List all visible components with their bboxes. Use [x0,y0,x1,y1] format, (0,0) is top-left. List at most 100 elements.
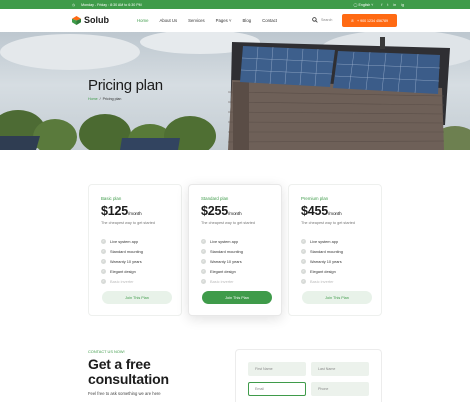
nav-item-contact[interactable]: Contact [262,18,277,23]
feature-item: ✓ Basic inverter [101,276,143,286]
linkedin-icon[interactable]: in [393,3,396,7]
nav-item-blog[interactable]: Blog [243,18,252,23]
consult-subtitle: Feel free to ask something we are here [88,391,161,396]
header-search[interactable]: Search [312,17,332,23]
feature-item: ✓ Warranty 10 years [301,256,343,266]
email-field[interactable]: Email [248,382,306,396]
breadcrumb-home[interactable]: Home [88,97,98,101]
language-select[interactable]: ◯ English ˅ [353,3,373,7]
join-plan-button[interactable]: Join This Plan [302,291,372,304]
nav-item-about[interactable]: About Us [159,18,177,23]
brand-name: Solub [84,15,109,25]
feature-item: ✓ Elegant design [301,266,343,276]
consult-tag: CONTACT US NOW! [88,349,125,354]
feature-label: Elegant design [310,268,336,274]
check-icon: ✓ [301,238,306,244]
chevron-down-icon: ˅ [229,18,232,23]
feature-label: Standard mounting [210,248,243,254]
plan-tagline: The cheapest way to get started [301,221,356,225]
plan-name: Premium plan [301,196,329,201]
social-links: f t in ig [381,3,404,7]
consult-form: First Name Last Name Email Phone [235,349,382,402]
phone-icon: ✆ [350,18,354,23]
pricing-card-standard: Standard plan $255/month The cheapest wa… [188,184,282,316]
hero-banner: Pricing plan Home / Pricing plan [0,32,470,150]
plan-tagline: The cheapest way to get started [101,221,156,225]
facebook-icon[interactable]: f [381,3,382,7]
feature-label: Live system app [210,238,239,244]
breadcrumb-current: Pricing plan [102,97,122,101]
plan-price: $125/month [101,204,142,218]
page-title: Pricing plan [88,77,163,94]
instagram-icon[interactable]: ig [401,3,404,7]
search-label: Search [321,18,333,22]
feature-label: Live system app [310,238,339,244]
check-icon: ✓ [201,248,206,254]
twitter-icon[interactable]: t [387,3,388,7]
feature-item: ✓ Elegant design [101,266,143,276]
check-icon: ✓ [101,278,106,284]
clock-icon: ◷ [72,2,76,7]
main-nav: Home About Us Services Pages ˅ Blog Cont… [137,18,277,23]
check-icon: ✓ [301,278,306,284]
top-bar-right: ◯ English ˅ f t in ig [353,3,404,7]
check-icon: ✓ [301,258,306,264]
feature-label: Basic inverter [310,278,334,284]
check-icon: ✓ [301,268,306,274]
last-name-field[interactable]: Last Name [311,362,369,376]
top-bar: ◷ Monday - Friday : 8:30 AM to 6:30 PM ◯… [0,0,470,9]
site-header: Solub Home About Us Services Pages ˅ Blo… [0,9,470,32]
phone-button[interactable]: ✆ + 900 1234 456789 [342,14,397,27]
check-icon: ✓ [101,268,106,274]
search-icon [312,17,318,23]
feature-item: ✓ Warranty 10 years [201,256,243,266]
check-icon: ✓ [101,238,106,244]
top-bar-hours: ◷ Monday - Friday : 8:30 AM to 6:30 PM [72,3,142,7]
plan-price: $455/month [301,204,342,218]
plan-features: ✓ Live system app ✓ Standard mounting ✓ War… [301,236,343,286]
plan-price: $255/month [201,204,242,218]
plan-price-value: $255 [201,204,229,218]
feature-label: Basic inverter [110,278,134,284]
globe-icon: ◯ [353,2,358,7]
language-label: English [358,2,371,7]
feature-label: Elegant design [110,268,136,274]
check-icon: ✓ [101,248,106,254]
feature-item: ✓ Elegant design [201,266,243,276]
plan-name: Basic plan [101,196,122,201]
feature-label: Warranty 10 years [210,258,242,264]
check-icon: ✓ [201,278,206,284]
feature-label: Basic inverter [210,278,234,284]
hours-text: Monday - Friday : 8:30 AM to 6:30 PM [81,2,142,7]
nav-item-home[interactable]: Home [137,18,148,23]
feature-item: ✓ Basic inverter [301,276,343,286]
nav-item-pages[interactable]: Pages ˅ [216,18,232,23]
plan-name: Standard plan [201,196,229,201]
breadcrumb-separator: / [99,97,101,101]
feature-item: ✓ Standard mounting [301,246,343,256]
feature-label: Warranty 10 years [110,258,142,264]
phone-field[interactable]: Phone [311,382,369,396]
check-icon: ✓ [301,248,306,254]
hero-image [0,32,470,150]
page: ◷ Monday - Friday : 8:30 AM to 6:30 PM ◯… [0,0,470,402]
feature-label: Live system app [110,238,139,244]
plan-features: ✓ Live system app ✓ Standard mounting ✓ War… [201,236,243,286]
feature-label: Standard mounting [110,248,143,254]
plan-price-period: /month [128,212,142,217]
first-name-field[interactable]: First Name [248,362,306,376]
chevron-down-icon: ˅ [371,2,374,7]
check-icon: ✓ [101,258,106,264]
breadcrumb: Home / Pricing plan [88,97,121,101]
feature-label: Warranty 10 years [310,258,342,264]
nav-item-services[interactable]: Services [188,18,204,23]
join-plan-button[interactable]: Join This Plan [202,291,272,304]
feature-item: ✓ Standard mounting [201,246,243,256]
join-plan-button[interactable]: Join This Plan [102,291,172,304]
feature-item: ✓ Live system app [201,236,243,246]
feature-item: ✓ Basic inverter [201,276,243,286]
plan-price-period: /month [328,212,342,217]
plan-tagline: The cheapest way to get started [201,221,256,225]
logo[interactable]: Solub [72,15,109,25]
plan-price-value: $125 [101,204,129,218]
